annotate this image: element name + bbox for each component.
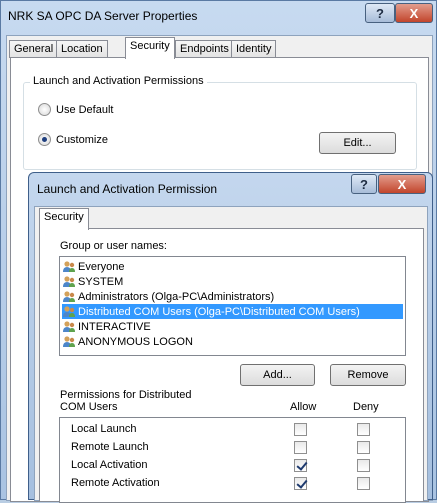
allow-checkbox[interactable] xyxy=(294,423,307,436)
user-group-icon xyxy=(63,306,75,317)
user-group-icon xyxy=(63,336,75,347)
add-button[interactable]: Add... xyxy=(240,364,315,386)
window-titlebar[interactable]: NRK SA OPC DA Server Properties ? X xyxy=(1,1,436,35)
allow-column-header: Allow xyxy=(290,401,317,413)
list-item-distributed-com-users[interactable]: Distributed COM Users (Olga-PC\Distribut… xyxy=(62,304,403,319)
user-group-icon xyxy=(63,276,75,287)
dialog-client: Security Group or user names: Everyone S… xyxy=(34,206,428,503)
user-list[interactable]: Everyone SYSTEM Administrators (Olga-PC\… xyxy=(59,256,406,356)
deny-checkbox[interactable] xyxy=(357,441,370,454)
permissions-label: Permissions for Distributed COM Users xyxy=(60,389,192,413)
user-name: INTERACTIVE xyxy=(78,320,151,333)
deny-checkbox[interactable] xyxy=(357,423,370,436)
list-item-system[interactable]: SYSTEM xyxy=(62,274,403,289)
edit-button[interactable]: Edit... xyxy=(319,132,396,154)
tab-endpoints[interactable]: Endpoints xyxy=(175,40,234,58)
tab-security[interactable]: Security xyxy=(125,37,175,59)
tab-strip: General Location Security Endpoints Iden… xyxy=(7,36,432,59)
permission-name: Local Activation xyxy=(71,459,148,471)
close-button[interactable]: X xyxy=(395,3,433,23)
customize-option[interactable]: Customize xyxy=(38,133,108,146)
user-name: Administrators (Olga-PC\Administrators) xyxy=(78,290,275,303)
permission-row-remote-activation: Remote Activation xyxy=(60,475,405,493)
window-title: NRK SA OPC DA Server Properties xyxy=(8,9,198,23)
user-name: Distributed COM Users (Olga-PC\Distribut… xyxy=(78,305,360,318)
permissions-table: Local Launch Remote Launch Local Activat… xyxy=(59,417,406,503)
user-group-icon xyxy=(63,321,75,332)
deny-checkbox[interactable] xyxy=(357,477,370,490)
permission-name: Remote Launch xyxy=(71,441,149,453)
group-title: Launch and Activation Permissions xyxy=(30,75,207,87)
launch-permissions-group: Launch and Activation Permissions xyxy=(23,75,417,170)
user-name: SYSTEM xyxy=(78,275,124,288)
allow-checkbox[interactable] xyxy=(294,441,307,454)
user-group-icon xyxy=(63,291,75,302)
deny-checkbox[interactable] xyxy=(357,459,370,472)
use-default-label: Use Default xyxy=(56,103,114,116)
dialog-help-button[interactable]: ? xyxy=(351,174,377,194)
list-item-interactive[interactable]: INTERACTIVE xyxy=(62,319,403,334)
user-name: ANONYMOUS LOGON xyxy=(78,335,193,348)
list-item-anonymous-logon[interactable]: ANONYMOUS LOGON xyxy=(62,334,403,349)
user-name: Everyone xyxy=(78,260,125,273)
permission-name: Local Launch xyxy=(71,423,137,435)
use-default-radio[interactable] xyxy=(38,103,51,116)
allow-checkbox[interactable] xyxy=(294,477,307,490)
permission-row-local-activation: Local Activation xyxy=(60,457,405,475)
tab-identity[interactable]: Identity xyxy=(231,40,277,58)
tab-location[interactable]: Location xyxy=(56,40,108,58)
customize-radio[interactable] xyxy=(38,133,51,146)
list-item-everyone[interactable]: Everyone xyxy=(62,259,403,274)
dialog-tab-panel: Group or user names: Everyone SYSTEM Adm… xyxy=(39,228,424,503)
permission-row-remote-launch: Remote Launch xyxy=(60,439,405,457)
use-default-option[interactable]: Use Default xyxy=(38,103,113,116)
tab-general[interactable]: General xyxy=(9,40,59,58)
permission-name: Remote Activation xyxy=(71,477,160,489)
allow-checkbox[interactable] xyxy=(294,459,307,472)
user-group-icon xyxy=(63,261,75,272)
permission-row-local-launch: Local Launch xyxy=(60,421,405,439)
dialog-tab-security[interactable]: Security xyxy=(39,208,89,230)
dialog-title: Launch and Activation Permission xyxy=(37,182,218,196)
remove-button[interactable]: Remove xyxy=(330,364,406,386)
dialog-close-button[interactable]: X xyxy=(378,174,426,194)
deny-column-header: Deny xyxy=(353,401,379,413)
customize-label: Customize xyxy=(56,133,108,146)
help-button[interactable]: ? xyxy=(365,3,395,23)
list-item-administrators[interactable]: Administrators (Olga-PC\Administrators) xyxy=(62,289,403,304)
launch-permission-dialog: Launch and Activation Permission ? X Sec… xyxy=(28,172,433,503)
group-or-user-names-label: Group or user names: xyxy=(60,240,167,252)
